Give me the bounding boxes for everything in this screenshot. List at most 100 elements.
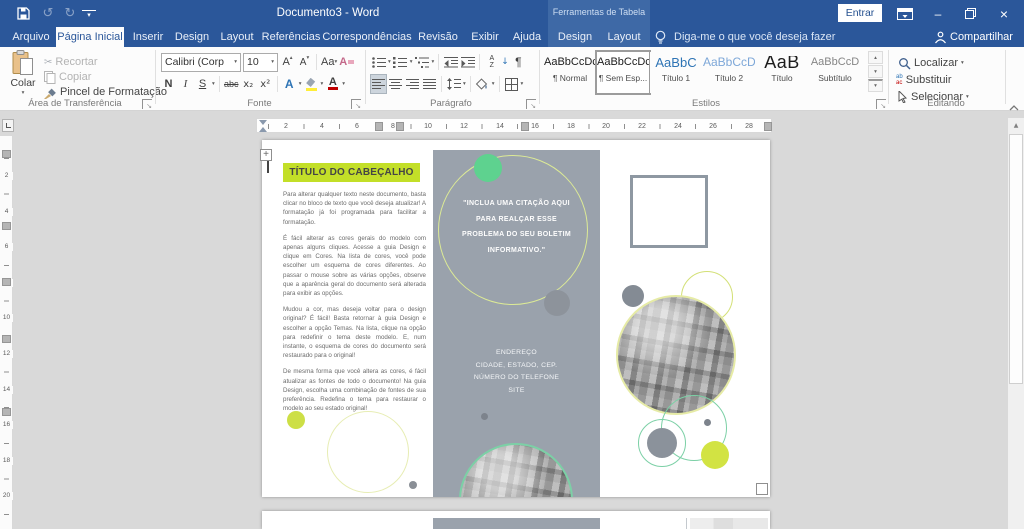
styles-scroll-up-icon[interactable]: ▴: [868, 51, 883, 64]
undo-icon[interactable]: ↺: [38, 3, 58, 24]
vertical-scrollbar[interactable]: ▲: [1007, 118, 1024, 529]
scrollbar-thumb[interactable]: [1009, 134, 1023, 384]
document-page-1[interactable]: + TÍTULO DO CABEÇALHO Para alterar qualq…: [260, 140, 770, 497]
table-row-marker[interactable]: [2, 278, 11, 286]
redo-icon[interactable]: ↻: [60, 3, 80, 24]
style-subtitulo[interactable]: AaBbCcD Subtítulo: [809, 51, 861, 93]
tab-layout[interactable]: Layout: [216, 27, 258, 47]
decorative-circle-fill[interactable]: [287, 411, 305, 429]
paragraph[interactable]: De mesma forma que você altera as cores,…: [283, 367, 426, 413]
paragraph[interactable]: Mudou a cor, mas deseja voltar para o de…: [283, 305, 426, 360]
brochure-header-title[interactable]: TÍTULO DO CABEÇALHO: [283, 163, 420, 182]
team-photo-circle[interactable]: [616, 295, 736, 415]
sort-button[interactable]: AZ: [484, 53, 499, 71]
decorative-circle-outline[interactable]: [327, 411, 409, 493]
quote-text[interactable]: "INCLUA UMA CITAÇÃO AQUI PARA REALÇAR ES…: [441, 196, 592, 258]
multilevel-list-button[interactable]: [415, 53, 430, 71]
vertical-ruler[interactable]: 2 4 6 8 10 12 14 16 18 20: [0, 136, 13, 529]
decorative-circle-fill[interactable]: [622, 285, 644, 307]
address-text[interactable]: ENDEREÇO CIDADE, ESTADO, CEP. NÚMERO DO …: [433, 347, 600, 397]
italic-button[interactable]: I: [178, 75, 193, 93]
tab-selector-button[interactable]: [2, 119, 14, 132]
styles-dialog-launcher-icon[interactable]: ↘: [876, 99, 886, 110]
restore-button[interactable]: [956, 0, 984, 27]
font-color-button[interactable]: A: [325, 75, 340, 93]
table-column-marker[interactable]: [521, 122, 529, 131]
tab-correspondencias[interactable]: Correspondências: [322, 27, 412, 47]
hanging-indent-marker[interactable]: [259, 127, 267, 132]
tab-referencias[interactable]: Referências: [260, 27, 322, 47]
decorative-dot[interactable]: [481, 413, 488, 420]
align-center-button[interactable]: [388, 75, 403, 93]
grow-font-button[interactable]: A ▴: [280, 53, 295, 71]
table-column-marker[interactable]: [764, 122, 772, 131]
customize-quick-access-icon[interactable]: ▾: [82, 10, 96, 19]
scroll-up-icon[interactable]: ▲: [1008, 118, 1024, 133]
table-row-marker[interactable]: [2, 335, 11, 343]
tab-pagina-inicial[interactable]: Página Inicial: [56, 27, 124, 47]
pilcrow-button[interactable]: ¶: [511, 53, 526, 71]
font-size-select[interactable]: 10 ▾: [243, 52, 278, 72]
highlight-button[interactable]: [304, 75, 319, 93]
table-row-marker[interactable]: [2, 408, 11, 416]
decrease-indent-button[interactable]: [443, 53, 458, 71]
superscript-button[interactable]: x²: [258, 75, 273, 93]
brochure-middle-panel[interactable]: "INCLUA UMA CITAÇÃO AQUI PARA REALÇAR ES…: [433, 150, 600, 497]
shading-button[interactable]: [475, 75, 490, 93]
styles-more-icon[interactable]: ▾: [868, 79, 883, 92]
document-page-2[interactable]: [262, 511, 770, 529]
text-effects-button[interactable]: A: [282, 75, 297, 93]
subscript-button[interactable]: x₂: [241, 75, 256, 93]
tell-me-input[interactable]: Diga-me o que você deseja fazer: [674, 27, 835, 47]
sign-in-button[interactable]: Entrar: [838, 4, 882, 22]
close-button[interactable]: ×: [988, 0, 1020, 27]
collapse-ribbon-icon[interactable]: [1009, 98, 1019, 116]
decorative-circle-fill[interactable]: [544, 290, 570, 316]
tab-ajuda[interactable]: Ajuda: [506, 27, 548, 47]
style-normal[interactable]: AaBbCcDc ¶ Normal: [544, 51, 596, 93]
table-move-handle[interactable]: +: [260, 149, 272, 161]
tab-table-layout[interactable]: Layout: [600, 27, 648, 47]
style-titulo[interactable]: AaB Título: [756, 51, 808, 93]
table-column-marker[interactable]: [396, 122, 404, 131]
paragraph[interactable]: É fácil alterar as cores gerais do model…: [283, 234, 426, 298]
horizontal-ruler[interactable]: 2 4 6 8 10 12 14 16 18 20 22 24 26 28: [256, 118, 772, 133]
borders-button[interactable]: [504, 75, 519, 93]
align-left-button[interactable]: [370, 74, 387, 94]
paragraph-dialog-launcher-icon[interactable]: ↘: [526, 99, 536, 110]
save-button[interactable]: [12, 3, 34, 24]
align-right-button[interactable]: [405, 75, 420, 93]
tab-table-design[interactable]: Design: [552, 27, 598, 47]
justify-button[interactable]: [422, 75, 437, 93]
office-photo-semicircle[interactable]: [459, 443, 573, 497]
font-dialog-launcher-icon[interactable]: ↘: [351, 99, 361, 110]
logo-placeholder-square[interactable]: [630, 175, 708, 248]
decorative-dot[interactable]: [704, 419, 711, 426]
clipboard-dialog-launcher-icon[interactable]: ↘: [142, 99, 152, 110]
decorative-circle-fill[interactable]: [701, 441, 729, 469]
tab-design[interactable]: Design: [171, 27, 213, 47]
style-sem-espacamento[interactable]: AaBbCcDc ¶ Sem Esp...: [595, 49, 651, 95]
increase-indent-button[interactable]: [460, 53, 475, 71]
table-row-marker[interactable]: [2, 150, 11, 158]
ribbon-display-options-icon[interactable]: [892, 0, 918, 27]
share-button[interactable]: Compartilhar: [950, 27, 1013, 47]
tab-inserir[interactable]: Inserir: [128, 27, 168, 47]
mint-circle[interactable]: [474, 154, 502, 182]
table-row-marker[interactable]: [2, 222, 11, 230]
bullets-button[interactable]: [371, 53, 386, 71]
tab-revisao[interactable]: Revisão: [414, 27, 462, 47]
styles-scroll-down-icon[interactable]: ▾: [868, 65, 883, 78]
clear-formatting-button[interactable]: A: [339, 53, 355, 71]
decorative-circle-fill[interactable]: [647, 428, 677, 458]
numbering-button[interactable]: [393, 53, 408, 71]
style-titulo-2[interactable]: AaBbCcD Título 2: [703, 51, 755, 93]
table-resize-handle[interactable]: [756, 483, 768, 495]
change-case-button[interactable]: Aa ▾: [321, 53, 337, 71]
strikethrough-button[interactable]: abc: [224, 75, 239, 93]
underline-button[interactable]: S: [195, 75, 210, 93]
decorative-dot[interactable]: [409, 481, 417, 489]
shrink-font-button[interactable]: A ▾: [297, 53, 312, 71]
brochure-body-text[interactable]: Para alterar qualquer texto neste docume…: [283, 190, 426, 420]
first-line-indent-marker[interactable]: [259, 120, 267, 125]
